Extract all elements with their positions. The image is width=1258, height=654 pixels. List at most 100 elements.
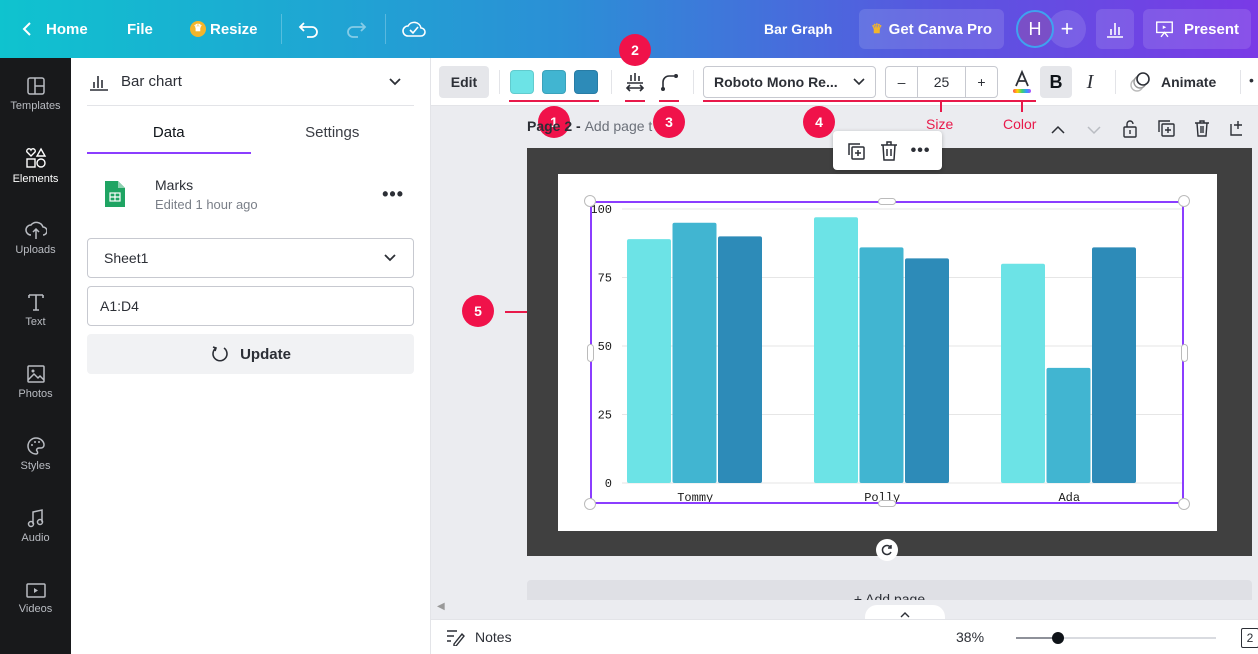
insights-button[interactable] <box>1096 9 1134 49</box>
resize-handle[interactable] <box>878 500 896 507</box>
chart-selection-box[interactable] <box>590 201 1184 504</box>
present-button[interactable]: Present <box>1143 9 1251 49</box>
rail-item-photos[interactable]: Photos <box>0 346 71 418</box>
increase-font-size-button[interactable]: + <box>966 67 997 97</box>
color-annotation: Color <box>1003 116 1037 132</box>
page-count: 2 <box>1246 631 1254 645</box>
chart-type-select[interactable]: Bar chart <box>87 58 414 106</box>
animate-button[interactable]: Animate <box>1125 66 1225 98</box>
home-button[interactable]: Home <box>20 0 88 58</box>
duplicate-icon[interactable] <box>845 140 867 162</box>
horizontal-scrollbar[interactable]: ◀ <box>431 600 1258 616</box>
decrease-font-size-button[interactable]: – <box>886 67 918 97</box>
sheet-name: Marks <box>155 176 194 193</box>
update-button[interactable]: Update <box>87 334 414 374</box>
tab-data[interactable]: Data <box>87 118 251 154</box>
plus-icon: + <box>977 74 986 90</box>
font-size-input[interactable]: 25 <box>918 67 966 97</box>
tab-settings[interactable]: Settings <box>251 118 415 154</box>
rail-item-audio[interactable]: Audio <box>0 490 71 562</box>
rotate-handle[interactable] <box>876 539 898 561</box>
page-count-button[interactable]: 2 <box>1241 628 1258 648</box>
more-options-icon[interactable]: ••• <box>382 184 404 205</box>
rail-item-text[interactable]: Text <box>0 274 71 346</box>
resize-handle[interactable] <box>1178 195 1190 207</box>
series-color-2-swatch[interactable] <box>542 70 566 94</box>
bold-icon: B <box>1049 71 1063 92</box>
bold-button[interactable]: B <box>1040 66 1072 98</box>
redo-button[interactable] <box>345 0 367 58</box>
notes-button[interactable]: Notes <box>445 628 512 646</box>
file-menu-button[interactable]: File <box>127 0 153 58</box>
page-title-input[interactable]: Add page t <box>585 118 653 134</box>
bar-chart-icon <box>90 75 108 91</box>
cloud-save-button[interactable] <box>402 0 426 58</box>
avatar[interactable]: H <box>1016 10 1054 48</box>
get-canva-pro-button[interactable]: ♛ Get Canva Pro <box>859 9 1005 49</box>
resize-handle[interactable] <box>584 195 596 207</box>
resize-handle[interactable] <box>584 498 596 510</box>
scroll-left-icon[interactable]: ◀ <box>437 601 445 612</box>
divider <box>693 70 694 94</box>
series-color-3-swatch[interactable] <box>574 70 598 94</box>
add-page-icon[interactable] <box>1228 118 1248 138</box>
series-color-1-swatch[interactable] <box>510 70 534 94</box>
rail-item-videos[interactable]: Videos <box>0 562 71 634</box>
bar-spacing-button[interactable] <box>619 66 651 98</box>
chart-type-label: Bar chart <box>121 73 182 90</box>
font-family-select[interactable]: Roboto Mono Re... <box>703 66 876 98</box>
italic-button[interactable]: I <box>1074 66 1106 98</box>
notes-icon <box>447 630 465 646</box>
left-rail: Templates Elements Uploads Text Photos S… <box>0 58 71 654</box>
move-page-down-icon[interactable] <box>1084 120 1104 140</box>
context-toolbar: Edit Roboto Mono Re... – 25 + B I Animat… <box>431 58 1258 106</box>
undo-button[interactable] <box>298 0 320 58</box>
rail-item-templates[interactable]: Templates <box>0 58 71 130</box>
get-pro-label: Get Canva Pro <box>888 20 993 38</box>
badge-number: 2 <box>631 42 639 58</box>
google-sheets-icon <box>105 181 125 207</box>
rail-item-styles[interactable]: Styles <box>0 418 71 490</box>
styles-icon <box>26 437 45 455</box>
badge-number: 5 <box>474 303 482 319</box>
tab-label: Data <box>152 124 185 141</box>
undo-icon <box>298 22 318 38</box>
text-color-button[interactable] <box>1006 66 1038 98</box>
resize-button[interactable]: ♛ Resize <box>190 0 258 58</box>
resize-handle[interactable] <box>1181 344 1188 362</box>
annotation-underline <box>659 100 679 102</box>
home-label: Home <box>46 20 88 38</box>
more-toolbar-icon[interactable]: • <box>1249 72 1254 88</box>
range-input[interactable]: A1:D4 <box>87 286 414 326</box>
element-context-menu: ••• <box>833 131 942 170</box>
annotation-underline <box>509 100 599 102</box>
zoom-value[interactable]: 38% <box>956 629 984 645</box>
move-page-up-icon[interactable] <box>1048 120 1068 140</box>
resize-handle[interactable] <box>587 344 594 362</box>
divider <box>385 14 386 44</box>
delete-page-icon[interactable] <box>1192 118 1212 138</box>
sheet-select[interactable]: Sheet1 <box>87 238 414 278</box>
range-value: A1:D4 <box>100 298 139 314</box>
text-color-icon <box>1013 69 1031 93</box>
corner-rounding-button[interactable] <box>653 66 685 98</box>
trash-icon[interactable] <box>878 140 900 162</box>
more-options-icon[interactable]: ••• <box>911 142 931 160</box>
edit-button[interactable]: Edit <box>439 66 489 98</box>
zoom-slider[interactable] <box>1016 632 1216 644</box>
chevron-down-icon <box>389 77 401 85</box>
duplicate-page-icon[interactable] <box>1156 118 1176 138</box>
lock-icon[interactable] <box>1120 118 1140 138</box>
font-size-value: 25 <box>933 74 950 90</box>
divider <box>1115 70 1116 94</box>
rail-item-uploads[interactable]: Uploads <box>0 202 71 274</box>
resize-handle[interactable] <box>1178 498 1190 510</box>
corner-rounding-icon <box>661 74 678 91</box>
videos-icon <box>25 583 46 598</box>
chevron-left-icon <box>22 22 31 36</box>
linked-sheet[interactable]: Marks Edited 1 hour ago ••• <box>87 170 414 218</box>
zoom-slider-thumb[interactable] <box>1052 632 1064 644</box>
document-title[interactable]: Bar Graph <box>764 0 832 58</box>
rail-item-elements[interactable]: Elements <box>0 130 71 202</box>
resize-handle[interactable] <box>878 198 896 205</box>
